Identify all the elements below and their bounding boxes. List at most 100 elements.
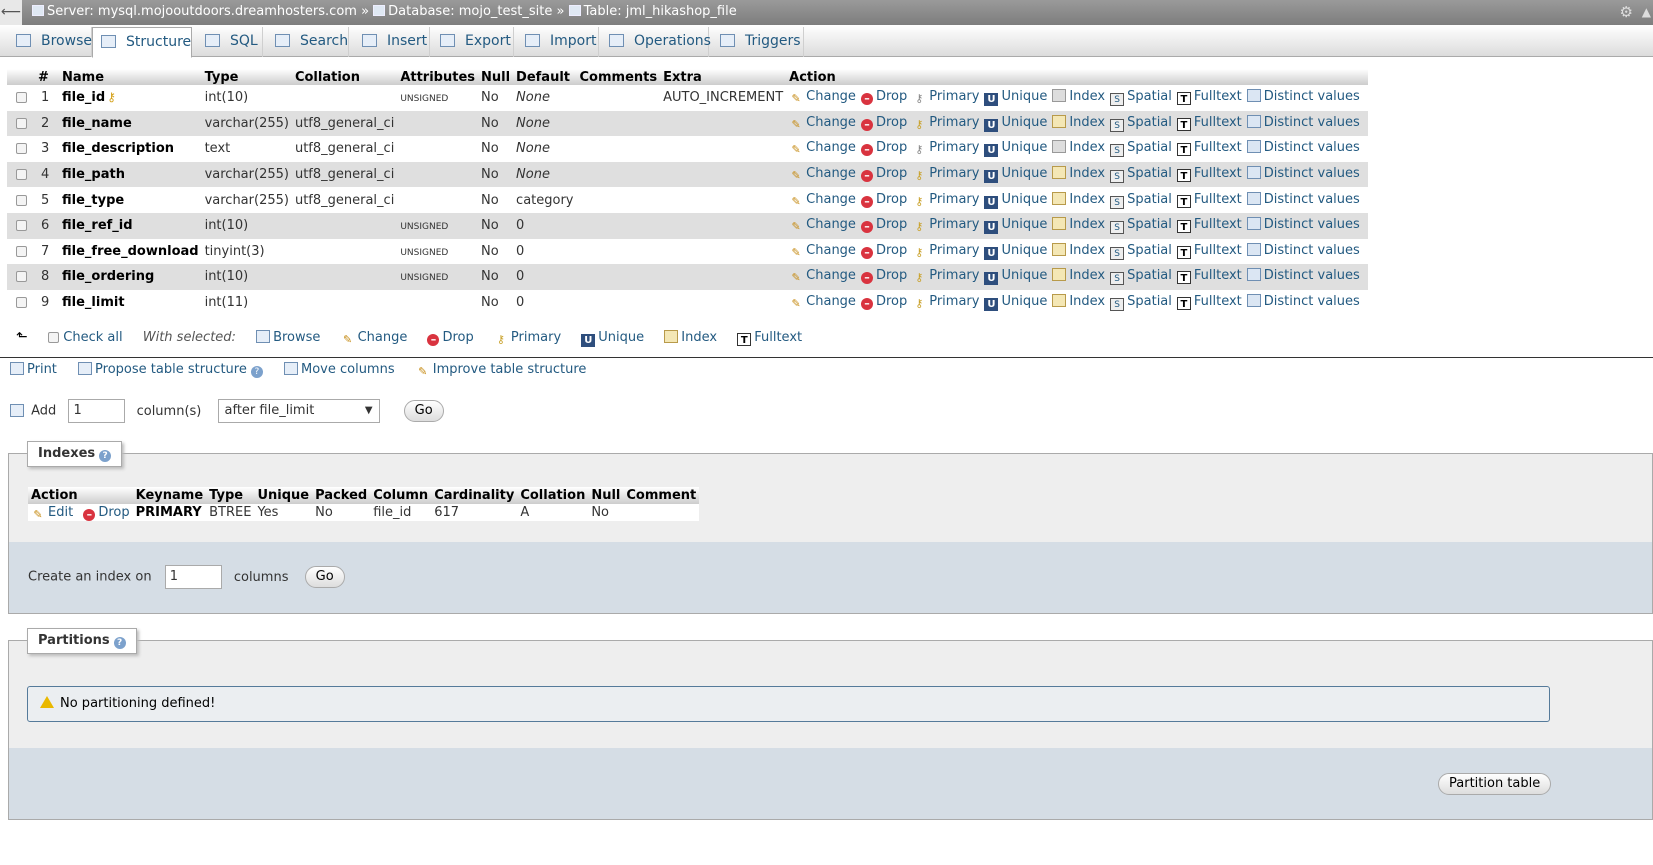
unique-button[interactable]: U Unique: [984, 166, 1047, 184]
header-null[interactable]: Null: [478, 69, 514, 85]
help-icon[interactable]: ?: [250, 366, 263, 378]
bulk-unique-button[interactable]: U Unique: [581, 330, 644, 347]
fulltext-button[interactable]: T Fulltext: [1176, 192, 1242, 208]
spatial-button[interactable]: S Spatial: [1110, 115, 1172, 132]
change-button[interactable]: ✎ Change: [789, 294, 856, 310]
gear-icon[interactable]: ⚙: [1620, 0, 1633, 24]
unique-button[interactable]: U Unique: [984, 268, 1047, 286]
tab-search[interactable]: Search: [267, 27, 349, 57]
help-icon[interactable]: ?: [99, 450, 112, 462]
row-checkbox[interactable]: [16, 220, 27, 232]
change-button[interactable]: ✎ Change: [789, 89, 856, 105]
move-columns-link[interactable]: Move columns: [283, 362, 395, 377]
check-all[interactable]: Check all: [48, 330, 123, 345]
drop-button[interactable]: – Drop: [860, 294, 907, 311]
breadcrumb-table[interactable]: Table: jml_hikashop_file: [584, 4, 737, 19]
row-checkbox[interactable]: [16, 117, 27, 129]
row-checkbox[interactable]: [16, 92, 27, 104]
spatial-button[interactable]: S Spatial: [1110, 140, 1172, 158]
fulltext-button[interactable]: T Fulltext: [1176, 166, 1242, 183]
improve-structure-link[interactable]: ✎ Improve table structure: [416, 362, 586, 378]
primary-button[interactable]: ⚷ Primary: [912, 166, 979, 182]
distinct-values-button[interactable]: Distinct values: [1246, 294, 1360, 309]
distinct-values-button[interactable]: Distinct values: [1246, 191, 1360, 207]
add-columns-count-input[interactable]: 1: [68, 399, 126, 423]
index-button[interactable]: Index: [1052, 89, 1105, 104]
unique-button[interactable]: U Unique: [984, 294, 1047, 312]
unique-button[interactable]: U Unique: [984, 89, 1047, 107]
primary-button[interactable]: ⚷ Primary: [912, 115, 979, 131]
drop-button[interactable]: – Drop: [860, 268, 907, 285]
header-collation[interactable]: Collation: [291, 69, 398, 85]
tab-insert[interactable]: Insert: [354, 27, 430, 57]
header-name[interactable]: Name: [59, 69, 202, 85]
collapse-icon[interactable]: ▲: [1642, 0, 1651, 24]
drop-button[interactable]: – Drop: [860, 192, 907, 208]
distinct-values-button[interactable]: Distinct values: [1246, 166, 1360, 181]
drop-button[interactable]: – Drop: [860, 243, 907, 259]
row-checkbox[interactable]: [16, 143, 27, 155]
header-default[interactable]: Default: [513, 69, 577, 85]
distinct-values-button[interactable]: Distinct values: [1246, 242, 1360, 258]
distinct-values-button[interactable]: Distinct values: [1246, 268, 1360, 283]
spatial-button[interactable]: S Spatial: [1110, 192, 1172, 209]
spatial-button[interactable]: S Spatial: [1110, 243, 1172, 260]
index-button[interactable]: Index: [1052, 166, 1105, 181]
drop-button[interactable]: – Drop: [860, 115, 907, 131]
index-button[interactable]: Index: [1052, 268, 1105, 283]
breadcrumb-database[interactable]: Database: mojo_test_site »: [388, 4, 564, 19]
row-checkbox[interactable]: [16, 271, 27, 283]
fulltext-button[interactable]: T Fulltext: [1176, 140, 1242, 157]
header-comments[interactable]: Comments: [576, 69, 661, 85]
primary-button[interactable]: ⚷ Primary: [912, 294, 979, 310]
fulltext-button[interactable]: T Fulltext: [1176, 115, 1242, 131]
unique-button[interactable]: U Unique: [984, 217, 1047, 235]
fulltext-button[interactable]: T Fulltext: [1176, 294, 1242, 311]
spatial-button[interactable]: S Spatial: [1110, 268, 1172, 286]
fulltext-button[interactable]: T Fulltext: [1176, 243, 1242, 259]
fulltext-button[interactable]: T Fulltext: [1176, 89, 1242, 106]
propose-structure-link[interactable]: Propose table structure?: [78, 362, 263, 378]
tab-structure[interactable]: Structure: [92, 27, 192, 58]
change-button[interactable]: ✎ Change: [789, 268, 856, 284]
primary-button[interactable]: ⚷ Primary: [912, 268, 979, 284]
index-button[interactable]: Index: [1052, 191, 1105, 207]
bulk-index-button[interactable]: Index: [664, 330, 717, 345]
tab-export[interactable]: Export: [432, 27, 514, 57]
spatial-button[interactable]: S Spatial: [1110, 166, 1172, 184]
header-num[interactable]: #: [35, 69, 59, 85]
drop-button[interactable]: – Drop: [860, 217, 907, 234]
index-button[interactable]: Index: [1052, 114, 1105, 130]
drop-button[interactable]: – Drop: [860, 166, 907, 183]
unique-button[interactable]: U Unique: [984, 115, 1047, 132]
change-button[interactable]: ✎ Change: [789, 192, 856, 208]
bulk-browse-button[interactable]: Browse: [256, 330, 320, 345]
fulltext-button[interactable]: T Fulltext: [1176, 268, 1242, 285]
drop-button[interactable]: – Drop: [860, 140, 907, 157]
tab-import[interactable]: Import: [517, 27, 599, 57]
index-button[interactable]: Index: [1052, 140, 1105, 155]
change-button[interactable]: ✎ Change: [789, 115, 856, 131]
index-button[interactable]: Index: [1052, 294, 1105, 309]
distinct-values-button[interactable]: Distinct values: [1246, 114, 1360, 130]
print-link[interactable]: Print: [10, 362, 57, 377]
row-checkbox[interactable]: [16, 297, 27, 309]
unique-button[interactable]: U Unique: [984, 140, 1047, 158]
partition-table-button[interactable]: Partition table: [1438, 773, 1552, 795]
check-all-label[interactable]: Check all: [63, 330, 122, 345]
unique-button[interactable]: U Unique: [984, 243, 1047, 260]
fulltext-button[interactable]: T Fulltext: [1176, 217, 1242, 234]
index-button[interactable]: Index: [1052, 242, 1105, 258]
check-all-checkbox[interactable]: [48, 332, 60, 343]
add-columns-position-select[interactable]: after file_limit ▼: [217, 399, 380, 423]
spatial-button[interactable]: S Spatial: [1110, 294, 1172, 312]
breadcrumb-server[interactable]: Server: mysql.mojooutdoors.dreamhosters.…: [47, 4, 369, 19]
index-drop-button[interactable]: – Drop: [83, 505, 130, 521]
change-button[interactable]: ✎ Change: [789, 166, 856, 182]
change-button[interactable]: ✎ Change: [789, 140, 856, 156]
index-button[interactable]: Index: [1052, 217, 1105, 232]
primary-button[interactable]: ⚷ Primary: [912, 89, 979, 105]
change-button[interactable]: ✎ Change: [789, 243, 856, 259]
tab-sql[interactable]: SQL: [197, 27, 263, 57]
tab-operations[interactable]: Operations: [601, 27, 711, 57]
